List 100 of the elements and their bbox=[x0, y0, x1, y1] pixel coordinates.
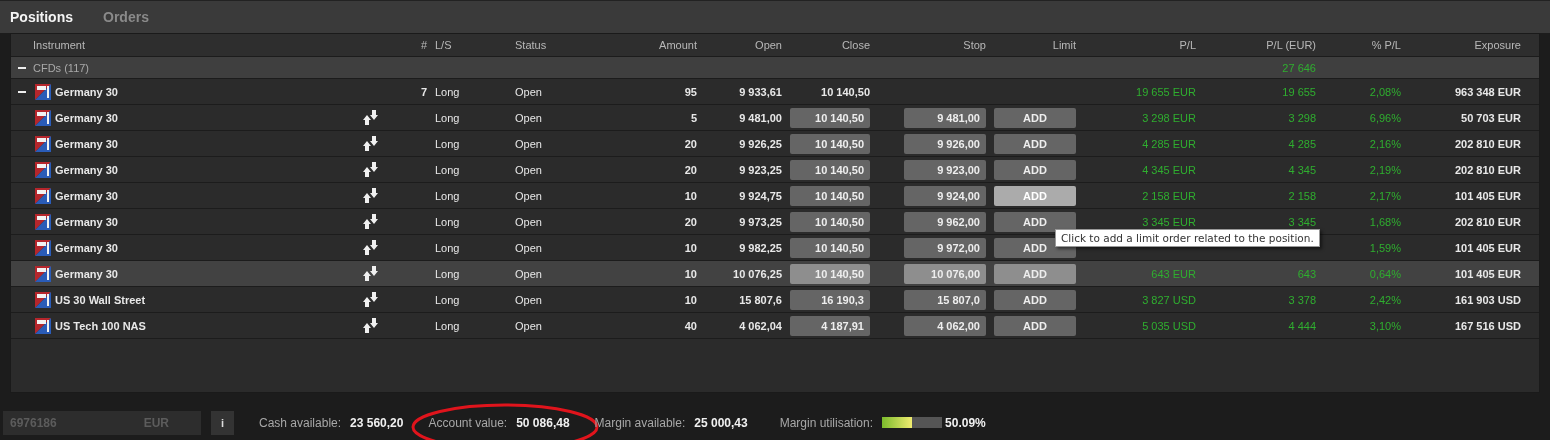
table-cell: 9 973,25 bbox=[739, 215, 782, 228]
table-cell: 9 926,25 bbox=[739, 137, 782, 150]
table-cell: 963 348 EUR bbox=[1454, 85, 1521, 98]
instrument-name: US 30 Wall Street bbox=[55, 293, 146, 306]
table-cell: 10 bbox=[684, 293, 697, 306]
table-cell: 9 481,00 bbox=[739, 111, 782, 124]
summary-value: 23 560,20 bbox=[350, 415, 404, 430]
table-cell: 19 655 EUR bbox=[1136, 85, 1196, 98]
group-label: CFDs (117) bbox=[33, 61, 90, 74]
table-cell: 3,10% bbox=[1369, 319, 1401, 332]
table-cell: 3 827 USD bbox=[1142, 293, 1196, 306]
table-cell: Open bbox=[515, 85, 542, 98]
table-cell: 5 035 USD bbox=[1142, 319, 1196, 332]
table-cell: Open bbox=[515, 241, 542, 254]
table-cell: 9 924,75 bbox=[739, 189, 782, 202]
table-cell-text: Long bbox=[434, 137, 460, 150]
table-cell: 0,64% bbox=[1369, 267, 1401, 280]
table-cell: 4 285 bbox=[1288, 137, 1316, 150]
table-cell-text: Long bbox=[434, 189, 460, 202]
table-cell: 202 810 EUR bbox=[1454, 163, 1521, 176]
table-cell-text: Long bbox=[434, 293, 460, 306]
summary-value: 50.09% bbox=[945, 415, 986, 430]
table-cell: 202 810 EUR bbox=[1454, 137, 1521, 150]
table-cell: 4 345 bbox=[1288, 163, 1316, 176]
instrument-name: Germany 30 bbox=[55, 267, 118, 280]
table-cell: 4 285 EUR bbox=[1142, 137, 1196, 150]
summary-value: 25 000,43 bbox=[694, 415, 748, 430]
table-cell: 9 933,61 bbox=[739, 85, 782, 98]
instrument-name: Germany 30 bbox=[55, 215, 118, 228]
table-cell: 101 405 EUR bbox=[1454, 267, 1521, 280]
table-cell-text: Long bbox=[434, 319, 460, 332]
table-cell: 50 703 EUR bbox=[1461, 111, 1521, 124]
table-cell: 3 345 EUR bbox=[1142, 215, 1196, 228]
table-cell: 2 158 EUR bbox=[1142, 189, 1196, 202]
instrument-name: Germany 30 bbox=[55, 163, 118, 176]
table-cell: 643 EUR bbox=[1151, 267, 1196, 280]
instrument-name: Germany 30 bbox=[55, 241, 118, 254]
table-cell: 20 bbox=[684, 215, 697, 228]
table-cell: 2,16% bbox=[1369, 137, 1401, 150]
table-cell: 2 158 bbox=[1288, 189, 1316, 202]
summary-value: 50 086,48 bbox=[516, 415, 570, 430]
table-cell: Open bbox=[515, 189, 542, 202]
table-cell-text: Long bbox=[434, 267, 460, 280]
table-cell: Open bbox=[515, 137, 542, 150]
instrument-name: Germany 30 bbox=[55, 189, 118, 202]
table-cell: 20 bbox=[684, 163, 697, 176]
table-cell: 643 bbox=[1297, 267, 1316, 280]
summary-label: Margin utilisation: bbox=[779, 415, 874, 430]
table-cell: Open bbox=[515, 267, 542, 280]
table-cell: 161 903 USD bbox=[1454, 293, 1521, 306]
instrument-name: Germany 30 bbox=[55, 111, 118, 124]
table-cell: 3 298 EUR bbox=[1142, 111, 1196, 124]
table-cell: 101 405 EUR bbox=[1454, 241, 1521, 254]
instrument-name: Germany 30 bbox=[55, 137, 118, 150]
summary-label: Account value: bbox=[428, 415, 508, 430]
table-cell-text: Long bbox=[434, 111, 460, 124]
table-cell: 101 405 EUR bbox=[1454, 189, 1521, 202]
table-cell: 1,59% bbox=[1369, 241, 1401, 254]
table-cell: 1,68% bbox=[1369, 215, 1401, 228]
table-cell: 19 655 bbox=[1282, 85, 1316, 98]
table-cell: 20 bbox=[684, 137, 697, 150]
table-cell: 10 bbox=[684, 189, 697, 202]
table-cell: 9 923,25 bbox=[739, 163, 782, 176]
table-cell: Open bbox=[515, 111, 542, 124]
table-cell: 3 345 bbox=[1288, 215, 1316, 228]
table-cell: 2,08% bbox=[1369, 85, 1401, 98]
table-cell: 15 807,6 bbox=[739, 293, 782, 306]
table-cell: 10 140,50 bbox=[821, 85, 870, 98]
table-cell: 10 076,25 bbox=[733, 267, 782, 280]
table-cell-text: Long bbox=[434, 85, 460, 98]
table-cell: 95 bbox=[684, 85, 697, 98]
table-cell: 27 646 bbox=[1282, 61, 1316, 74]
table-cell: 3 378 bbox=[1288, 293, 1316, 306]
table-cell: 3 298 bbox=[1288, 111, 1316, 124]
table-cell: 10 bbox=[684, 267, 697, 280]
table-cell: 6,96% bbox=[1369, 111, 1401, 124]
table-cell: 7 bbox=[420, 85, 427, 98]
table-cell: 4 444 bbox=[1288, 319, 1316, 332]
table-cell: 4 345 EUR bbox=[1142, 163, 1196, 176]
table-cell: 2,42% bbox=[1369, 293, 1401, 306]
table-cell: 2,17% bbox=[1369, 189, 1401, 202]
table-cell: Open bbox=[515, 215, 542, 228]
table-cell: Open bbox=[515, 163, 542, 176]
table-cell: 4 062,04 bbox=[739, 319, 782, 332]
table-cell: Open bbox=[515, 319, 542, 332]
summary-label: Cash available: bbox=[259, 415, 342, 430]
table-cell: 167 516 USD bbox=[1454, 319, 1521, 332]
table-cell: 10 bbox=[684, 241, 697, 254]
tooltip: Click to add a limit order related to the position. bbox=[1055, 229, 1320, 247]
table-cell: 2,19% bbox=[1369, 163, 1401, 176]
table-cell-text: Long bbox=[434, 163, 460, 176]
instrument-name: US Tech 100 NAS bbox=[55, 319, 146, 332]
instrument-name: Germany 30 bbox=[55, 85, 118, 98]
table-cell-text: Long bbox=[434, 241, 460, 254]
table-cell: 5 bbox=[690, 111, 697, 124]
table-cell: 202 810 EUR bbox=[1454, 215, 1521, 228]
table-cell: 40 bbox=[684, 319, 697, 332]
summary-label: Margin available: bbox=[594, 415, 686, 430]
table-cell: Open bbox=[515, 293, 542, 306]
table-cell: 9 982,25 bbox=[739, 241, 782, 254]
